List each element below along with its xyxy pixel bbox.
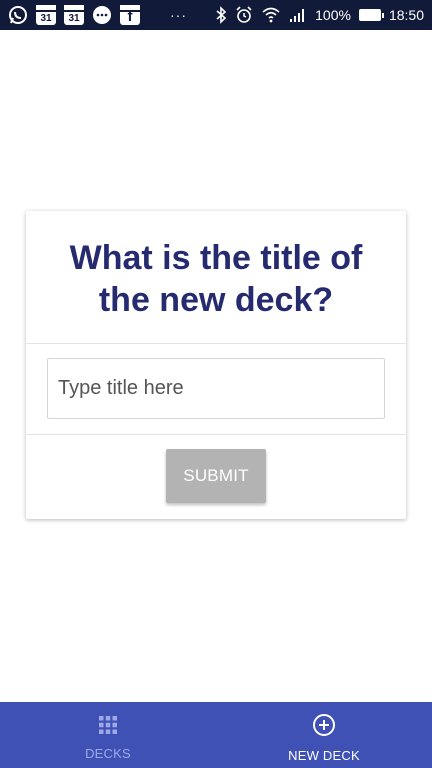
deck-title-input[interactable] — [47, 358, 385, 419]
submit-button[interactable]: SUBMIT — [166, 449, 266, 503]
card-title: What is the title of the new deck? — [69, 239, 363, 319]
calendar-day: 31 — [68, 13, 80, 24]
facebook-letter: f — [127, 8, 133, 25]
wifi-icon — [261, 5, 281, 25]
status-bar-left: 31 31 f ··· — [8, 5, 187, 25]
calendar-day: 31 — [40, 13, 52, 24]
divider — [26, 343, 406, 344]
whatsapp-icon — [8, 5, 28, 25]
nav-item-new-deck[interactable]: NEW DECK — [216, 702, 432, 768]
battery-icon — [358, 9, 384, 21]
bluetooth-icon — [215, 5, 227, 25]
facebook-icon: f — [120, 5, 140, 25]
signal-icon — [289, 5, 307, 25]
new-deck-card: What is the title of the new deck? SUBMI… — [26, 211, 406, 519]
status-bar-right: 100% 18:50 — [215, 5, 424, 25]
battery-percent: 100% — [315, 7, 351, 23]
alarm-icon — [235, 5, 253, 25]
grid-icon — [98, 715, 118, 740]
more-icon: ··· — [170, 7, 187, 23]
nav-item-decks[interactable]: DECKS — [0, 702, 216, 768]
divider — [26, 434, 406, 435]
chat-icon — [92, 5, 112, 25]
nav-label-decks: DECKS — [85, 746, 131, 761]
add-circle-icon — [312, 713, 336, 742]
calendar-icon: 31 — [36, 5, 56, 25]
nav-label-new-deck: NEW DECK — [288, 748, 360, 763]
clock: 18:50 — [388, 7, 424, 23]
status-bar: 31 31 f ··· 100% 18:50 — [0, 0, 432, 30]
bottom-nav: DECKS NEW DECK — [0, 702, 432, 768]
calendar-icon: 31 — [64, 5, 84, 25]
